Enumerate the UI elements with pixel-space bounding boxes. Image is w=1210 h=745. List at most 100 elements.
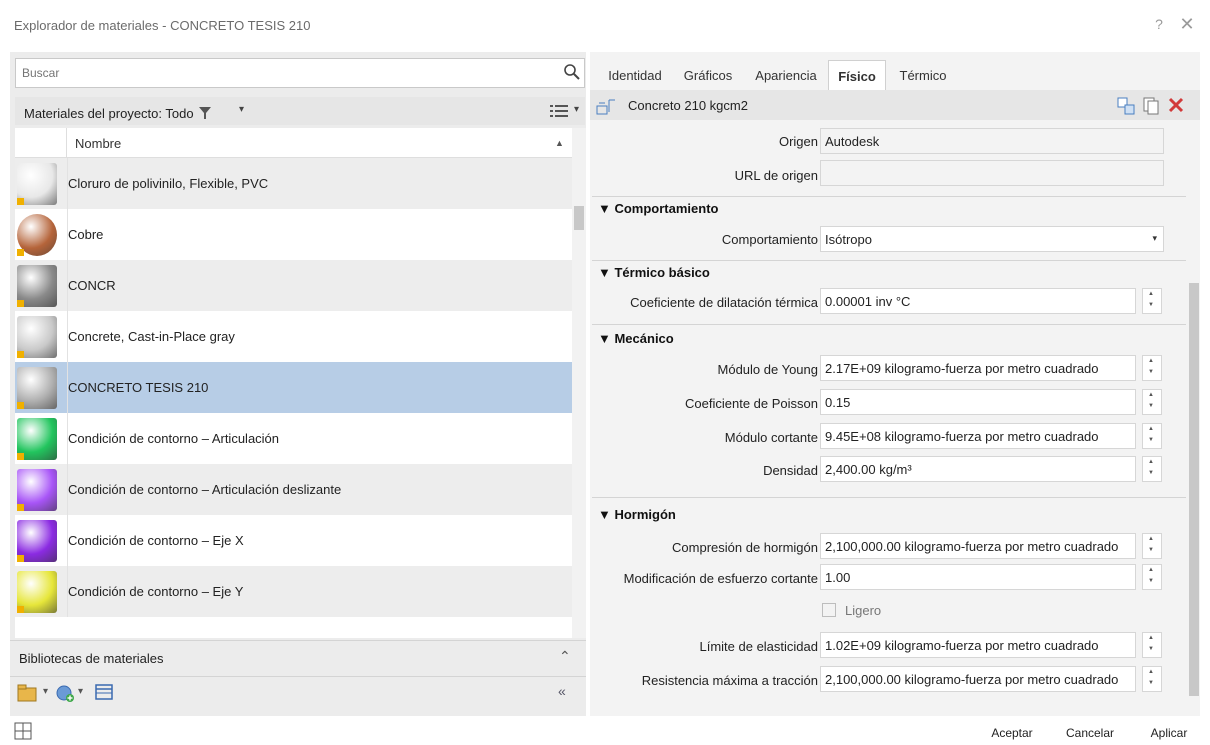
asset-name: Concreto 210 kgcm2 [628, 98, 748, 113]
section-divider [592, 497, 1186, 498]
thermal-expansion-spinner[interactable] [1142, 288, 1162, 314]
basic-thermal-section-header[interactable]: ▼ Térmico básico [598, 265, 710, 280]
mechanical-section-header[interactable]: ▼ Mecánico [598, 331, 674, 346]
tab-apariencia[interactable]: Apariencia [746, 60, 826, 90]
list-view-icon[interactable] [550, 103, 568, 119]
materials-scrollbar[interactable] [572, 128, 586, 638]
remove-asset-icon[interactable] [1167, 96, 1185, 114]
library-dropdown-arrow-icon[interactable]: ▾ [43, 686, 48, 697]
material-swatch-icon [17, 571, 57, 613]
collapse-panel-icon[interactable]: « [558, 683, 566, 699]
tab-identidad[interactable]: Identidad [598, 60, 672, 90]
youngs-modulus-spinner[interactable] [1142, 355, 1162, 381]
density-label: Densidad [763, 463, 818, 478]
search-box[interactable] [15, 58, 585, 88]
concrete-compression-label: Compresión de hormigón [672, 540, 818, 555]
behavior-section-header[interactable]: ▼ Comportamiento [598, 201, 718, 216]
tab-termico[interactable]: Térmico [890, 60, 956, 90]
origin-label: Origen [778, 134, 818, 149]
youngs-modulus-field[interactable]: 2.17E+09 kilogramo-fuerza por metro cuad… [820, 355, 1136, 381]
duplicate-asset-icon[interactable] [1143, 97, 1159, 115]
editor-tabs: Identidad Gráficos Apariencia Físico Tér… [590, 60, 1200, 90]
material-row[interactable]: CONCR [15, 260, 572, 311]
poisson-ratio-spinner[interactable] [1142, 389, 1162, 415]
search-icon[interactable] [563, 63, 581, 81]
create-material-dropdown-arrow-icon[interactable]: ▾ [78, 686, 83, 697]
material-swatch-icon [17, 316, 57, 358]
lightweight-checkbox[interactable] [822, 603, 836, 617]
asset-browser-icon[interactable] [95, 683, 113, 701]
material-row[interactable]: Cobre [15, 209, 572, 260]
sort-ascending-icon[interactable]: ▲ [555, 138, 564, 148]
shear-modulus-spinner[interactable] [1142, 423, 1162, 449]
table-header: Nombre ▲ [15, 128, 572, 158]
thermal-expansion-field[interactable]: 0.00001 inv °C [820, 288, 1136, 314]
project-material-marker-icon [17, 300, 24, 307]
library-folder-icon[interactable] [17, 684, 41, 702]
concrete-compression-spinner[interactable] [1142, 533, 1162, 559]
material-row[interactable]: Condición de contorno – Articulación des… [15, 464, 572, 515]
help-button[interactable]: ? [1151, 16, 1167, 34]
dropdown-arrow-icon[interactable]: ▾ [1152, 233, 1157, 244]
material-name: Condición de contorno – Articulación des… [68, 482, 342, 497]
create-material-icon[interactable] [55, 683, 75, 703]
concrete-compression-field[interactable]: 2,100,000.00 kilogramo-fuerza por metro … [820, 533, 1136, 559]
expand-libraries-icon[interactable]: ⌃ [559, 648, 571, 665]
search-input[interactable] [16, 59, 546, 87]
lightweight-label: Ligero [845, 603, 882, 618]
density-field[interactable]: 2,400.00 kg/m³ [820, 456, 1136, 482]
material-name: Cloruro de polivinilo, Flexible, PVC [68, 176, 269, 191]
properties-scrollbar-thumb[interactable] [1189, 283, 1199, 696]
thermal-expansion-label: Coeficiente de dilatación térmica [630, 295, 818, 310]
filter-icon[interactable] [199, 107, 211, 119]
cancel-button[interactable]: Cancelar [1055, 722, 1125, 744]
material-swatch-icon [17, 469, 57, 511]
density-spinner[interactable] [1142, 456, 1162, 482]
filter-dropdown-arrow-icon[interactable]: ▾ [239, 104, 244, 115]
origin-field: Autodesk [820, 128, 1164, 154]
behavior-label: Comportamiento [721, 232, 818, 247]
yield-strength-field[interactable]: 1.02E+09 kilogramo-fuerza por metro cuad… [820, 632, 1136, 658]
material-swatch-icon [17, 418, 57, 460]
tensile-strength-spinner[interactable] [1142, 666, 1162, 692]
material-swatch-icon [17, 520, 57, 562]
shear-strength-modification-field[interactable]: 1.00 [820, 564, 1136, 590]
behavior-select[interactable]: Isótropo ▾ [820, 226, 1164, 252]
project-material-marker-icon [17, 249, 24, 256]
tab-graficos[interactable]: Gráficos [676, 60, 740, 90]
material-row[interactable]: Condición de contorno – Eje X [15, 515, 572, 566]
material-name: CONCR [68, 278, 116, 293]
section-divider [592, 260, 1186, 261]
apply-button[interactable]: Aplicar [1138, 722, 1200, 744]
poisson-ratio-field[interactable]: 0.15 [820, 389, 1136, 415]
project-material-marker-icon [17, 504, 24, 511]
section-divider [592, 196, 1186, 197]
material-editor-toggle-icon[interactable] [14, 722, 32, 740]
material-name: Cobre [68, 227, 104, 242]
materials-scrollbar-thumb[interactable] [574, 206, 584, 230]
material-swatch-icon [17, 367, 57, 409]
tensile-strength-field[interactable]: 2,100,000.00 kilogramo-fuerza por metro … [820, 666, 1136, 692]
source-url-field [820, 160, 1164, 186]
replace-asset-icon[interactable] [1117, 97, 1135, 115]
material-row[interactable]: Condición de contorno – Eje Y [15, 566, 572, 617]
tensile-strength-label: Resistencia máxima a tracción [641, 673, 818, 688]
yield-strength-spinner[interactable] [1142, 632, 1162, 658]
tab-fisico[interactable]: Físico [828, 60, 886, 90]
list-view-dropdown-arrow-icon[interactable]: ▾ [574, 104, 579, 115]
shear-strength-modification-spinner[interactable] [1142, 564, 1162, 590]
materials-table: Nombre ▲ Cloruro de polivinilo, Flexible… [15, 128, 572, 638]
material-row[interactable]: Cloruro de polivinilo, Flexible, PVC [15, 158, 572, 209]
shear-modulus-field[interactable]: 9.45E+08 kilogramo-fuerza por metro cuad… [820, 423, 1136, 449]
material-row[interactable]: CONCRETO TESIS 210 [15, 362, 572, 413]
accept-button[interactable]: Aceptar [978, 722, 1046, 744]
youngs-modulus-label: Módulo de Young [717, 362, 818, 377]
project-materials-label: Materiales del proyecto: Todo [24, 106, 194, 121]
thumbnail-column-header [15, 128, 67, 158]
concrete-section-header[interactable]: ▼ Hormigón [598, 507, 676, 522]
material-row[interactable]: Condición de contorno – Articulación [15, 413, 572, 464]
material-row[interactable]: Concrete, Cast-in-Place gray [15, 311, 572, 362]
close-button[interactable]: ✕ [1178, 14, 1196, 34]
name-column-header[interactable]: Nombre [75, 136, 121, 151]
project-material-marker-icon [17, 606, 24, 613]
